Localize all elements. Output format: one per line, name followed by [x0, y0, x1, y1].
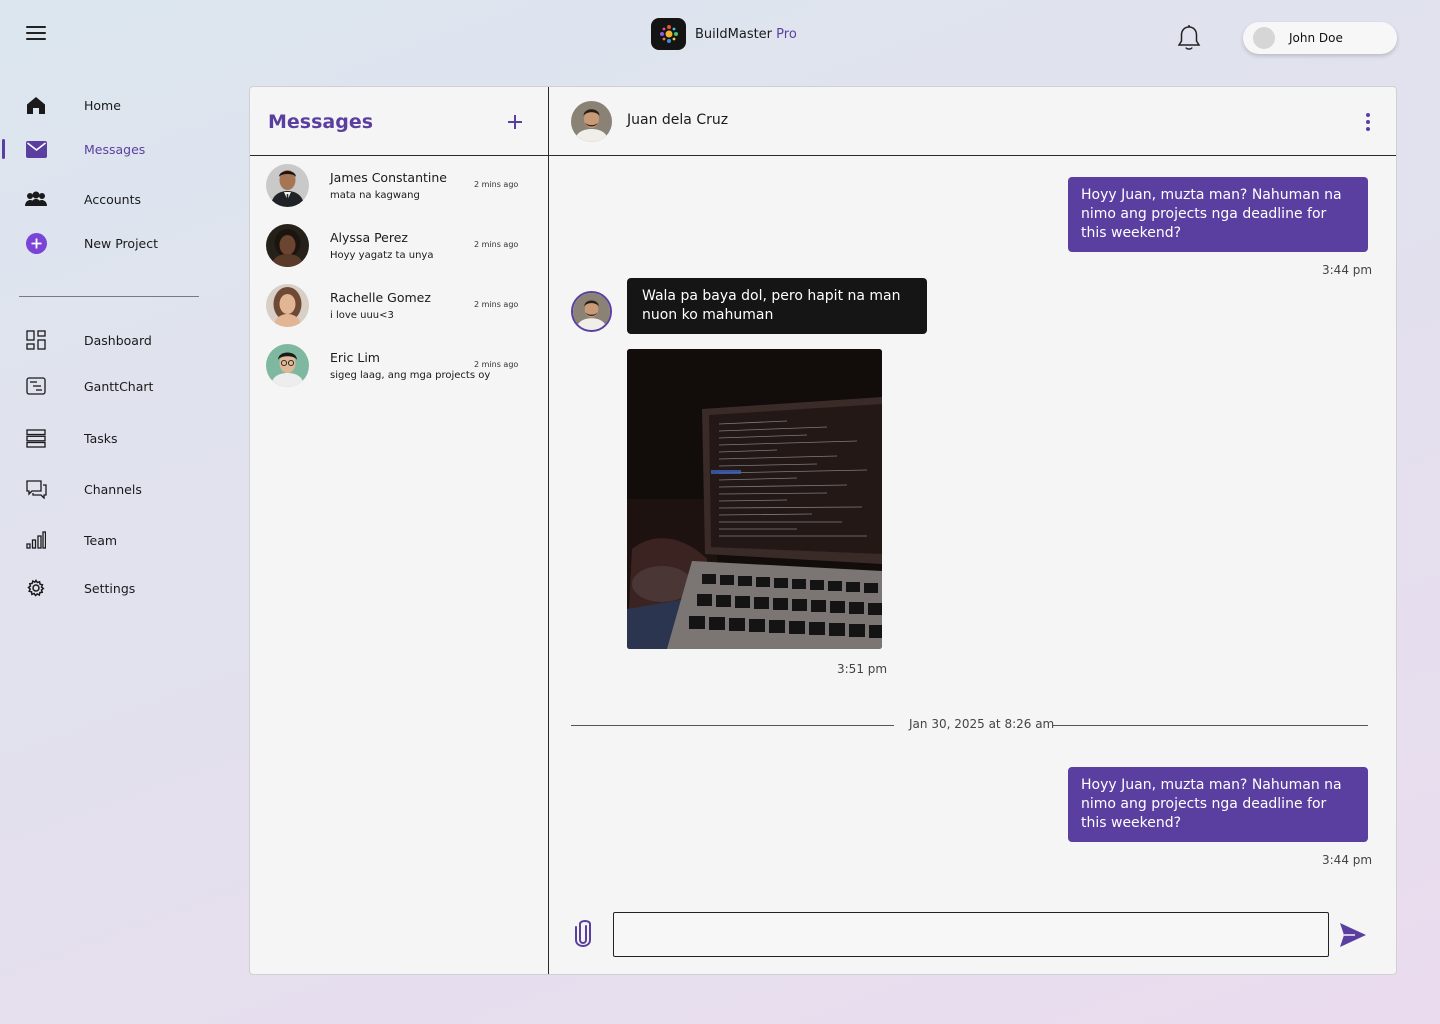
chat-header: Juan dela Cruz — [549, 87, 1396, 156]
menu-icon[interactable] — [26, 26, 46, 42]
sidebar-item-ganttchart[interactable]: GanttChart — [0, 371, 230, 401]
gantt-icon — [25, 375, 47, 397]
avatar — [266, 224, 309, 267]
conversation-item-alyssa-perez[interactable]: Alyssa Perez Hoyy yagatz ta unya 2 mins … — [250, 224, 548, 280]
sidebar-item-tasks[interactable]: Tasks — [0, 423, 230, 453]
user-name: John Doe — [1289, 31, 1343, 45]
sidebar-item-dashboard[interactable]: Dashboard — [0, 325, 230, 355]
conversation-item-james-constantine[interactable]: James Constantine mata na kagwang 2 mins… — [250, 164, 548, 220]
paperclip-icon[interactable] — [571, 918, 595, 950]
sidebar-item-label: Accounts — [84, 191, 141, 207]
sidebar-item-label: Team — [84, 532, 118, 548]
sidebar-item-new-project[interactable]: New Project — [0, 228, 230, 258]
sidebar-item-label: Home — [84, 97, 121, 113]
conversation-time: 2 mins ago — [474, 180, 519, 189]
avatar — [266, 344, 309, 387]
brand-title: BuildMaster — [695, 26, 773, 42]
sidebar-divider — [19, 296, 199, 297]
message-time: 3:51 pm — [837, 662, 888, 676]
avatar — [571, 101, 612, 142]
message-bubble-outgoing: Hoyy Juan, muzta man? Nahuman na nimo an… — [1068, 767, 1368, 842]
sidebar-item-settings[interactable]: Settings — [0, 573, 230, 603]
sidebar-item-team[interactable]: Team — [0, 525, 230, 555]
sidebar-item-label: GanttChart — [84, 378, 154, 394]
sidebar-item-label: New Project — [84, 235, 159, 251]
new-message-plus-icon[interactable] — [506, 113, 524, 131]
team-icon — [25, 529, 47, 551]
tasks-icon — [25, 427, 47, 449]
conversation-item-rachelle-gomez[interactable]: Rachelle Gomez i love uuu<3 2 mins ago — [250, 284, 548, 340]
brand: BuildMaster Pro — [651, 18, 797, 50]
conversation-name: Eric Lim — [330, 350, 380, 365]
dashboard-icon — [25, 329, 47, 351]
page-title: Messages — [268, 111, 374, 133]
message-image-laptop[interactable] — [627, 349, 882, 649]
date-separator-label: Jan 30, 2025 at 8:26 am — [909, 717, 1055, 731]
conversation-preview: mata na kagwang — [330, 190, 420, 201]
active-indicator — [2, 139, 5, 159]
date-separator: Jan 30, 2025 at 8:26 am — [571, 717, 1368, 731]
conversation-list-header: Messages — [250, 87, 548, 156]
sidebar-item-label: Settings — [84, 580, 136, 596]
brand-name: BuildMaster Pro — [695, 27, 797, 42]
conversation-preview: Hoyy yagatz ta unya — [330, 250, 434, 261]
message-bubble-incoming: Wala pa baya dol, pero hapit na man nuon… — [627, 278, 927, 334]
messages-panel: Messages James Constantine mata na kagwa… — [249, 86, 1397, 975]
avatar — [571, 291, 612, 332]
sidebar-item-label: Tasks — [84, 430, 118, 446]
mail-icon — [25, 138, 47, 160]
sidebar-item-label: Channels — [84, 481, 142, 497]
message-input[interactable] — [613, 912, 1329, 957]
chat-contact-name: Juan dela Cruz — [627, 112, 729, 128]
avatar — [1253, 27, 1275, 49]
conversation-name: James Constantine — [330, 170, 447, 185]
avatar — [266, 164, 309, 207]
conversation-time: 2 mins ago — [474, 300, 519, 309]
sidebar-item-label: Dashboard — [84, 332, 152, 348]
home-icon — [25, 94, 47, 116]
separator-line — [571, 725, 894, 726]
more-options-icon[interactable] — [1363, 111, 1373, 133]
brand-tier: Pro — [776, 26, 797, 42]
sidebar-item-messages[interactable]: Messages — [0, 134, 230, 164]
sidebar-item-home[interactable]: Home — [0, 90, 230, 120]
sidebar-item-channels[interactable]: Channels — [0, 474, 230, 504]
conversation-preview: sigeg laag, ang mga projects oy — [330, 370, 491, 381]
message-time: 3:44 pm — [1322, 853, 1373, 867]
conversation-name: Rachelle Gomez — [330, 290, 431, 305]
avatar — [266, 284, 309, 327]
plus-circle-icon — [25, 232, 47, 254]
brand-logo-icon — [651, 18, 686, 50]
conversation-list: Messages James Constantine mata na kagwa… — [250, 87, 549, 974]
conversation-time: 2 mins ago — [474, 240, 519, 249]
sidebar-item-label: Messages — [84, 141, 146, 157]
message-time: 3:44 pm — [1322, 263, 1373, 277]
conversation-item-eric-lim[interactable]: Eric Lim sigeg laag, ang mga projects oy… — [250, 344, 548, 400]
user-menu[interactable]: John Doe — [1243, 22, 1397, 54]
send-icon[interactable] — [1339, 922, 1367, 948]
gear-icon — [25, 577, 47, 599]
conversation-name: Alyssa Perez — [330, 230, 408, 245]
accounts-icon — [25, 188, 47, 210]
sidebar-item-accounts[interactable]: Accounts — [0, 184, 230, 214]
message-bubble-outgoing: Hoyy Juan, muzta man? Nahuman na nimo an… — [1068, 177, 1368, 252]
conversation-preview: i love uuu<3 — [330, 310, 394, 321]
chat-pane: Juan dela Cruz Hoyy Juan, muzta man? Nah… — [549, 87, 1396, 974]
channels-icon — [25, 478, 47, 500]
separator-line — [1052, 725, 1368, 726]
bell-icon[interactable] — [1176, 24, 1202, 52]
conversation-time: 2 mins ago — [474, 360, 519, 369]
